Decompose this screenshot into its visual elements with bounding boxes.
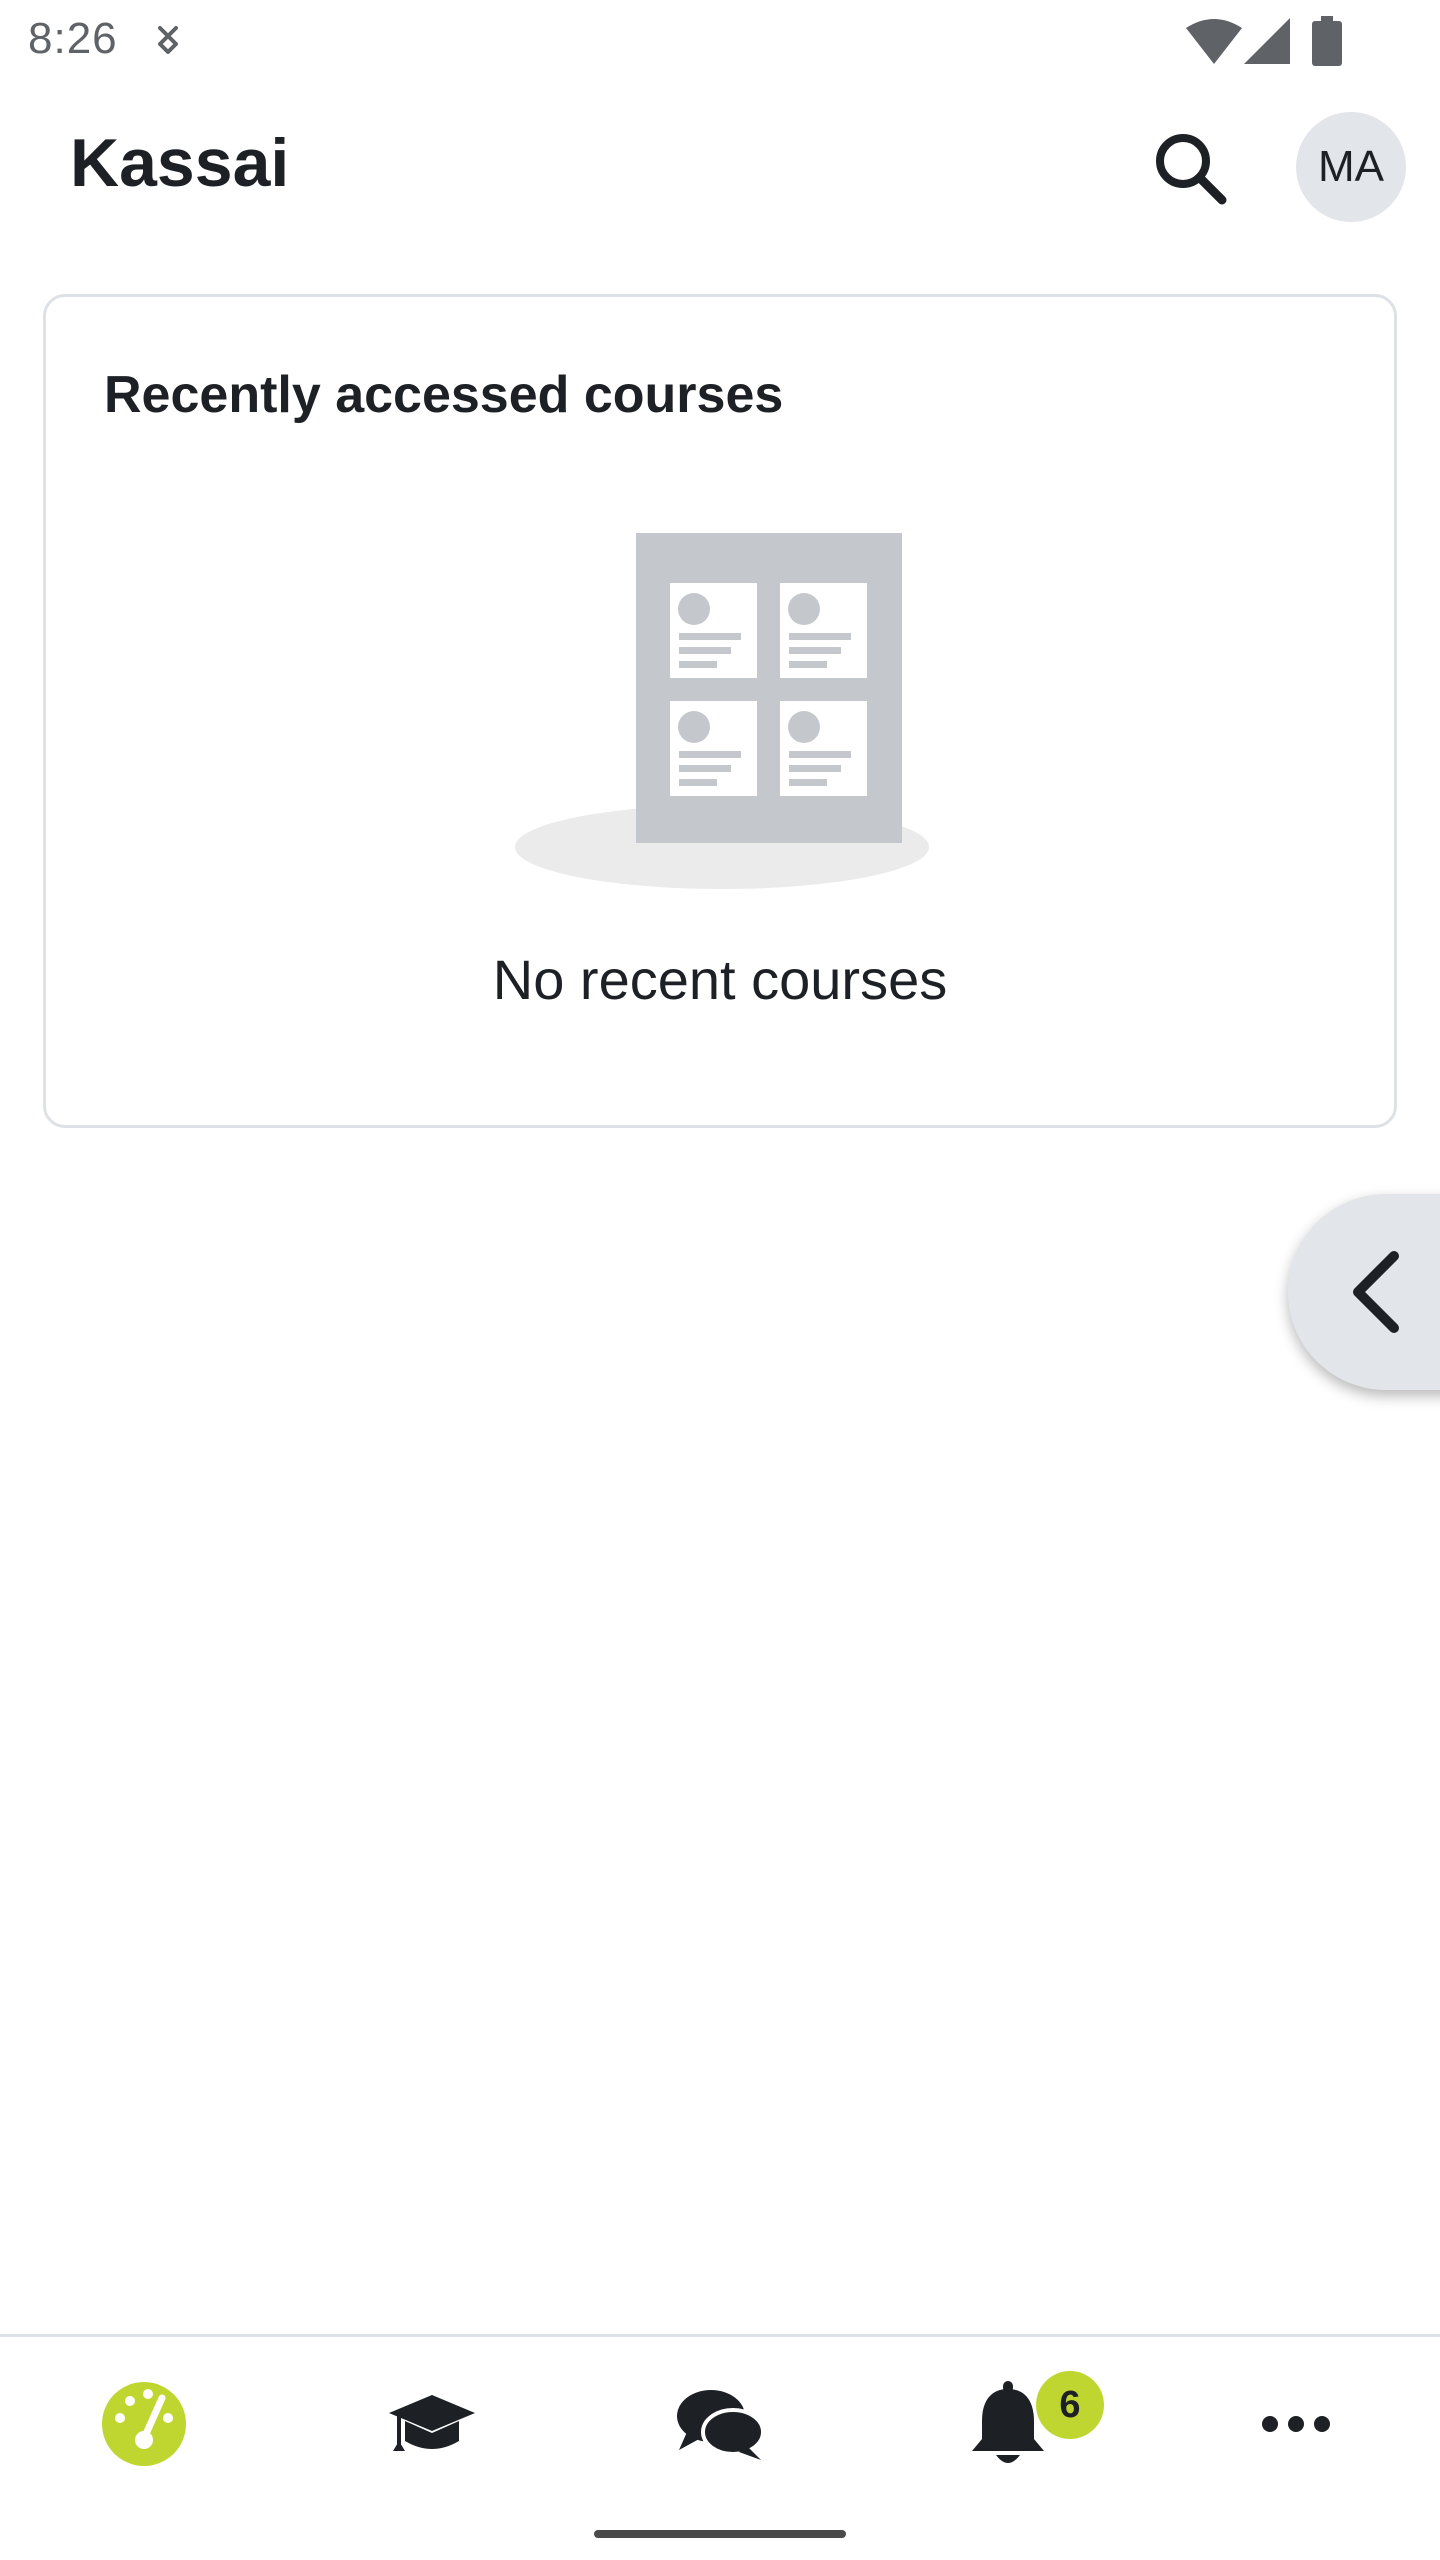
user-avatar[interactable]: MA	[1296, 112, 1406, 222]
home-indicator[interactable]	[594, 2530, 846, 2538]
course-grid-empty-icon	[512, 533, 932, 898]
avatar-initials: MA	[1318, 142, 1384, 191]
search-button[interactable]	[1140, 120, 1240, 220]
battery-icon	[1312, 16, 1342, 71]
signal-icon	[1244, 18, 1290, 69]
chat-bubbles-icon	[675, 2386, 765, 2467]
page-title: Kassai	[70, 125, 290, 201]
nav-item-messages[interactable]	[576, 2337, 864, 2515]
nav-item-my-courses[interactable]	[288, 2337, 576, 2515]
graduation-cap-icon	[387, 2389, 477, 2464]
sync-icon	[150, 22, 186, 67]
empty-state-message: No recent courses	[492, 948, 948, 1011]
nav-item-dashboard[interactable]	[0, 2337, 288, 2515]
nav-item-more[interactable]	[1152, 2337, 1440, 2515]
recent-courses-card: Recently accessed courses No recent cour…	[43, 294, 1397, 1128]
bottom-nav: 6	[0, 2334, 1440, 2560]
wifi-icon	[1186, 18, 1242, 69]
status-time: 8:26	[28, 14, 118, 63]
app-header: Kassai MA	[0, 84, 1440, 252]
more-horizontal-icon	[1260, 2414, 1332, 2439]
dashboard-icon	[100, 2380, 188, 2473]
nav-item-notifications[interactable]: 6	[864, 2337, 1152, 2515]
status-bar: 8:26	[0, 0, 1440, 84]
card-title: Recently accessed courses	[104, 366, 784, 424]
app-screen: 8:26 Kassai MA Recently accessed courses…	[0, 0, 1440, 2560]
search-icon	[1152, 130, 1228, 211]
drawer-toggle-button[interactable]	[1288, 1194, 1440, 1390]
notification-count-badge: 6	[1036, 2371, 1104, 2439]
bell-icon	[968, 2379, 1048, 2474]
